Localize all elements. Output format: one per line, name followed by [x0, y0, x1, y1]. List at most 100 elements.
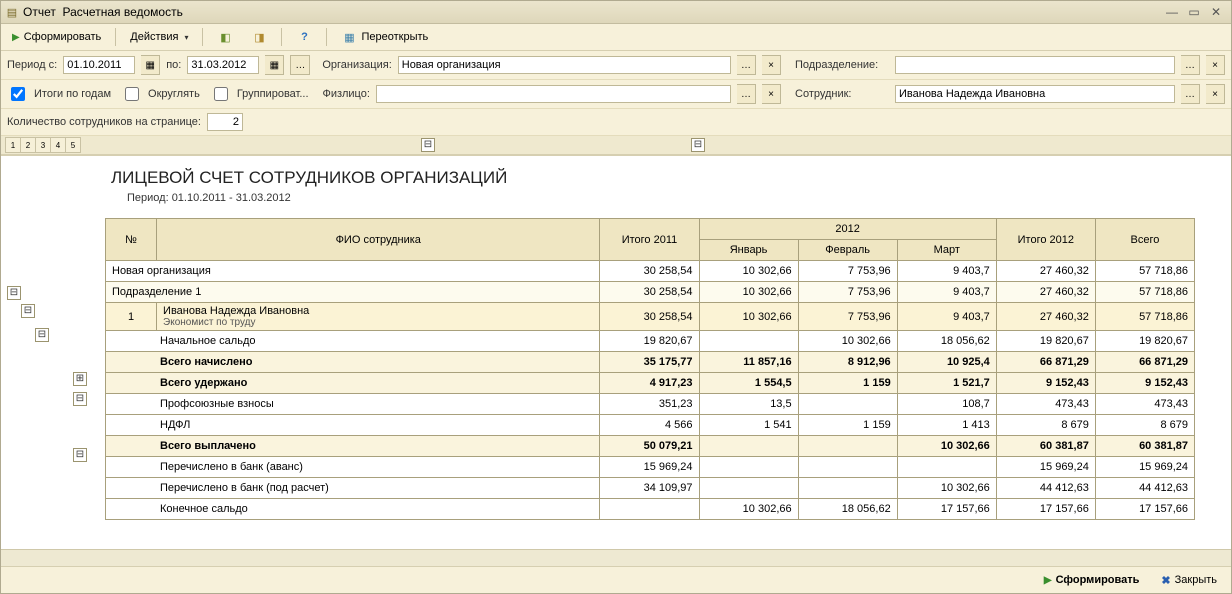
app-icon: ▤ [5, 5, 19, 19]
tree-expander-6[interactable]: ⊟ [73, 448, 87, 462]
separator [281, 28, 282, 46]
filter-row-2: Итоги по годам Округлять Группироват... … [1, 80, 1231, 109]
fizlico-clear-button[interactable]: × [762, 84, 781, 104]
calendar-to-button[interactable]: ▦ [265, 55, 284, 75]
itogi-checkbox[interactable] [11, 87, 25, 101]
tree-expander-1[interactable]: ⊟ [7, 286, 21, 300]
cell-value: 27 460,32 [996, 282, 1095, 303]
table-row[interactable]: Перечислено в банк (аванс)15 969,2415 96… [106, 457, 1195, 478]
table-row[interactable]: НДФЛ4 5661 5411 1591 4138 6798 679 [106, 415, 1195, 436]
fizlico-select-button[interactable]: … [737, 84, 756, 104]
dept-input[interactable] [895, 56, 1175, 74]
report-body[interactable]: ЛИЦЕВОЙ СЧЕТ СОТРУДНИКОВ ОРГАНИЗАЦИЙ Пер… [101, 156, 1231, 549]
cell-value: 19 820,67 [1095, 331, 1194, 352]
table-row[interactable]: Перечислено в банк (под расчет)34 109,97… [106, 478, 1195, 499]
period-picker-button[interactable]: … [290, 55, 310, 75]
calendar-from-button[interactable]: ▦ [141, 55, 160, 75]
tree-expander-3[interactable]: ⊟ [35, 328, 49, 342]
chevron-down-icon: ▾ [184, 33, 188, 42]
cell-value: 10 302,66 [699, 282, 798, 303]
level-4-tab[interactable]: 4 [50, 137, 66, 153]
dept-clear-button[interactable]: × [1206, 55, 1225, 75]
table-row[interactable]: 1Иванова Надежда ИвановнаЭкономист по тр… [106, 303, 1195, 331]
table-row[interactable]: Подразделение 130 258,5410 302,667 753,9… [106, 282, 1195, 303]
org-clear-button[interactable]: × [762, 55, 781, 75]
level-1-tab[interactable]: 1 [5, 137, 21, 153]
separator [115, 28, 116, 46]
maximize-button[interactable]: ▭ [1183, 3, 1205, 21]
tree-expander-2[interactable]: ⊟ [21, 304, 35, 318]
form-bottom-button[interactable]: ▶ Сформировать [1036, 572, 1148, 588]
period-from-input[interactable] [63, 56, 135, 74]
table-row[interactable]: Новая организация30 258,5410 302,667 753… [106, 261, 1195, 282]
cell-employee-name: Иванова Надежда ИвановнаЭкономист по тру… [157, 303, 600, 331]
count-input[interactable] [207, 113, 243, 131]
okrug-checkbox[interactable] [125, 87, 139, 101]
cell-value: 57 718,86 [1095, 303, 1194, 331]
sotr-select-button[interactable]: … [1181, 84, 1200, 104]
content-area: ⊟ ⊟ ⊟ ⊞ ⊟ ⊟ ЛИЦЕВОЙ СЧЕТ СОТРУДНИКОВ ОРГ… [1, 155, 1231, 549]
table-row[interactable]: Всего начислено35 175,7711 857,168 912,9… [106, 352, 1195, 373]
help-button[interactable]: ? [289, 26, 319, 48]
cell-value: 60 381,87 [996, 436, 1095, 457]
level-2-tab[interactable]: 2 [20, 137, 36, 153]
cell-value: 1 541 [699, 415, 798, 436]
table-body: Новая организация30 258,5410 302,667 753… [106, 261, 1195, 520]
period-to-input[interactable] [187, 56, 259, 74]
level-3-tab[interactable]: 3 [35, 137, 51, 153]
cell-value: 17 157,66 [1095, 499, 1194, 520]
cell-value: 35 175,77 [600, 352, 699, 373]
cell-value: 9 152,43 [996, 373, 1095, 394]
org-input[interactable] [398, 56, 731, 74]
reopen-button[interactable]: ▦ Переоткрыть [334, 26, 435, 48]
cell-value: 30 258,54 [600, 261, 699, 282]
col-total: Всего [1095, 219, 1194, 261]
settings-icon-button[interactable]: ◧ [210, 26, 240, 48]
cell-label: Всего начислено [106, 352, 600, 373]
table-row[interactable]: Профсоюзные взносы351,2313,5108,7473,434… [106, 394, 1195, 415]
cell-value: 19 820,67 [996, 331, 1095, 352]
cell-label: Профсоюзные взносы [106, 394, 600, 415]
table-row[interactable]: Начальное сальдо19 820,6710 302,6618 056… [106, 331, 1195, 352]
table-row[interactable]: Всего удержано4 917,231 554,51 1591 521,… [106, 373, 1195, 394]
actions-button[interactable]: Действия ▾ [123, 28, 195, 46]
dept-select-button[interactable]: … [1181, 55, 1200, 75]
col-jan: Январь [699, 240, 798, 261]
okrug-label: Округлять [148, 88, 200, 100]
cell-label: НДФЛ [106, 415, 600, 436]
sotr-input[interactable] [895, 85, 1175, 103]
minimize-button[interactable]: — [1161, 3, 1183, 21]
itogi-label: Итоги по годам [34, 88, 111, 100]
group-checkbox[interactable] [214, 87, 228, 101]
org-select-button[interactable]: … [737, 55, 756, 75]
cell-value: 1 521,7 [897, 373, 996, 394]
collapse-mid-button[interactable]: ⊟ [421, 138, 435, 152]
cell-value: 13,5 [699, 394, 798, 415]
play-icon: ▶ [12, 32, 20, 43]
cell-value [798, 478, 897, 499]
level-5-tab[interactable]: 5 [65, 137, 81, 153]
restore-icon-button[interactable]: ◨ [244, 26, 274, 48]
close-window-button[interactable]: ✕ [1205, 3, 1227, 21]
sotr-clear-button[interactable]: × [1206, 84, 1225, 104]
cell-value: 9 403,7 [897, 303, 996, 331]
table-row[interactable]: Всего выплачено50 079,2110 302,6660 381,… [106, 436, 1195, 457]
table-row[interactable]: Конечное сальдо10 302,6618 056,6217 157,… [106, 499, 1195, 520]
cell-value: 10 302,66 [699, 261, 798, 282]
cell-value: 18 056,62 [798, 499, 897, 520]
collapse-right-button[interactable]: ⊟ [691, 138, 705, 152]
form-label: Сформировать [24, 31, 102, 43]
close-button[interactable]: ✖ Закрыть [1155, 572, 1223, 589]
cell-label: Новая организация [106, 261, 600, 282]
horizontal-scrollbar[interactable] [1, 549, 1231, 566]
tree-expander-5[interactable]: ⊟ [73, 392, 87, 406]
cell-value: 27 460,32 [996, 303, 1095, 331]
grid-icon: ▦ [341, 29, 357, 45]
fizlico-input[interactable] [376, 85, 731, 103]
cell-value: 60 381,87 [1095, 436, 1194, 457]
cell-value: 57 718,86 [1095, 282, 1194, 303]
period-from-label: Период с: [7, 59, 57, 71]
form-bottom-label: Сформировать [1056, 574, 1140, 586]
form-button[interactable]: ▶ Сформировать [5, 28, 108, 46]
tree-expander-4[interactable]: ⊞ [73, 372, 87, 386]
